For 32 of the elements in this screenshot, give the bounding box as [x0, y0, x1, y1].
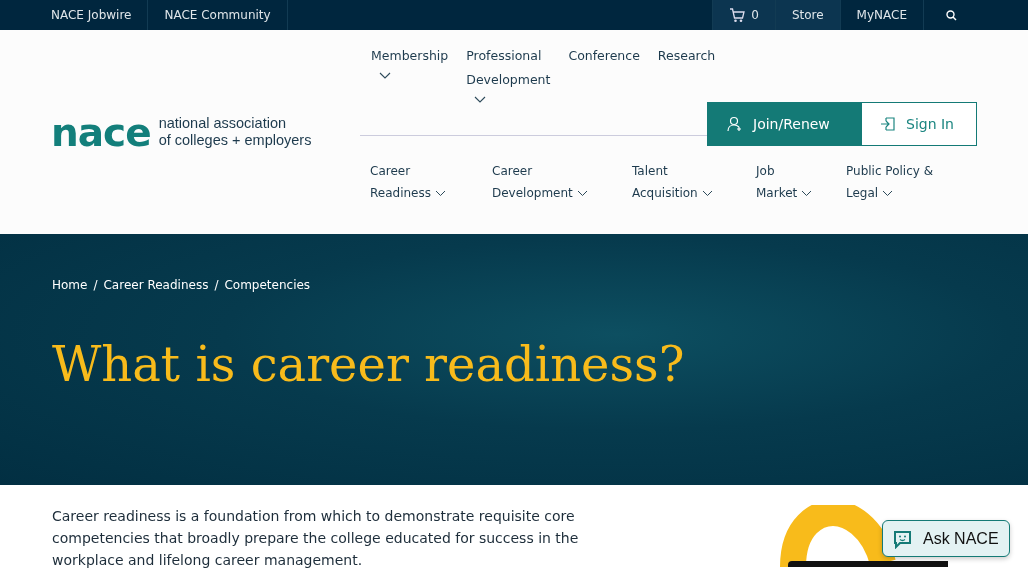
nav-item[interactable]: Conference — [568, 44, 640, 68]
cart-link[interactable]: 0 — [712, 0, 775, 30]
breadcrumb-link[interactable]: Competencies — [224, 278, 311, 292]
page-title: What is career readiness? — [52, 336, 686, 392]
user-icon — [727, 116, 743, 132]
intro-paragraph: Career readiness is a foundation from which to demonstrate requisite core competencies that broadly prepare the college educated for success in the workplace and lifelong career management. — [52, 507, 580, 570]
join-button[interactable]: Join/Renew — [707, 102, 861, 146]
sign-in-icon — [880, 116, 896, 132]
sign-in-button[interactable]: Sign In — [861, 102, 977, 146]
cart-icon — [729, 7, 746, 23]
nav-item[interactable]: Membership — [371, 44, 449, 80]
topic-nav-item[interactable]: Job Market — [756, 160, 816, 204]
caret-icon — [882, 190, 893, 197]
caret-icon — [434, 190, 446, 197]
caret-icon — [701, 190, 713, 197]
topic-nav-item[interactable]: Talent Acquisition — [632, 160, 726, 204]
breadcrumb-link[interactable]: Home — [52, 278, 88, 292]
breadcrumb-link[interactable]: Career Readiness — [103, 278, 209, 292]
breadcrumb-separator: / — [214, 278, 219, 292]
search-icon — [946, 9, 957, 21]
caret-icon — [801, 190, 813, 197]
nav-item[interactable]: Professional Development — [466, 44, 551, 104]
topic-nav-item[interactable]: Public Policy & Legal — [846, 160, 934, 204]
nav-item[interactable]: Research — [657, 44, 716, 68]
utility-link[interactable]: Store — [774, 0, 840, 30]
breadcrumb-separator: / — [93, 278, 98, 292]
topic-nav-item[interactable]: Career Readiness — [370, 160, 462, 204]
chat-bot-icon — [893, 528, 913, 549]
cart-count: 0 — [751, 8, 759, 22]
ask-nace-button[interactable]: Ask NACE — [882, 520, 1010, 557]
topic-nav-item[interactable]: Career Development — [492, 160, 602, 204]
caret-icon — [576, 190, 588, 197]
